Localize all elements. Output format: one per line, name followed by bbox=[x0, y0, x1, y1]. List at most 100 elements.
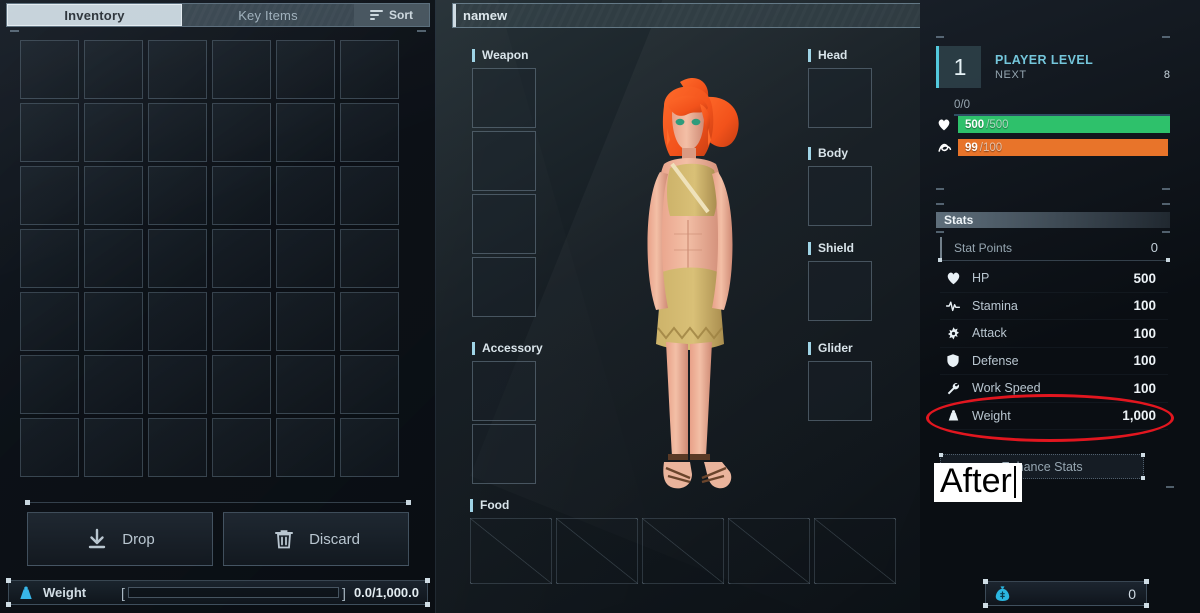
inventory-slot[interactable] bbox=[340, 355, 399, 414]
stat-points-underline bbox=[938, 258, 1170, 262]
food-slot[interactable] bbox=[556, 518, 638, 584]
inventory-slot[interactable] bbox=[20, 418, 79, 477]
weight-icon bbox=[20, 586, 32, 599]
inventory-slot[interactable] bbox=[84, 355, 143, 414]
inventory-slot[interactable] bbox=[148, 40, 207, 99]
food-slot[interactable] bbox=[814, 518, 896, 584]
inventory-slot[interactable] bbox=[212, 103, 271, 162]
inventory-slot[interactable] bbox=[340, 229, 399, 288]
stat-row[interactable]: Work Speed 100 bbox=[940, 375, 1168, 403]
inventory-slot[interactable] bbox=[276, 355, 335, 414]
inventory-divider bbox=[25, 500, 411, 505]
equipment-label-glider-text: Glider bbox=[818, 341, 853, 355]
inventory-slot[interactable] bbox=[212, 292, 271, 351]
inventory-slot[interactable] bbox=[84, 229, 143, 288]
inventory-slot[interactable] bbox=[276, 292, 335, 351]
equipment-group-weapon: Weapon bbox=[472, 48, 536, 320]
discard-label: Discard bbox=[309, 530, 360, 548]
inventory-slot[interactable] bbox=[84, 418, 143, 477]
tick-mark bbox=[936, 36, 944, 38]
equipment-slot-weapon-4[interactable] bbox=[472, 257, 536, 317]
inventory-weight-bar[interactable]: Weight [ ] 0.0/1,000.0 bbox=[6, 578, 430, 607]
inventory-panel: Inventory Key Items Sort Drop Discard We… bbox=[0, 0, 436, 613]
tick-mark bbox=[936, 231, 944, 233]
sort-lines-icon bbox=[370, 10, 383, 20]
stats-header-label: Stats bbox=[944, 213, 974, 227]
inventory-slot[interactable] bbox=[20, 103, 79, 162]
equipment-slot-accessory-1[interactable] bbox=[472, 361, 536, 421]
shield-icon bbox=[944, 353, 962, 368]
inventory-slot[interactable] bbox=[340, 40, 399, 99]
inventory-slot[interactable] bbox=[340, 103, 399, 162]
inventory-slot[interactable] bbox=[148, 418, 207, 477]
inventory-slot[interactable] bbox=[148, 292, 207, 351]
level-next-value: 8 bbox=[1163, 69, 1170, 81]
inventory-slot[interactable] bbox=[20, 355, 79, 414]
stat-row[interactable]: Weight 1,000 bbox=[940, 403, 1168, 430]
equipment-slot-body[interactable] bbox=[808, 166, 872, 226]
inventory-slot[interactable] bbox=[212, 355, 271, 414]
discard-button[interactable]: Discard bbox=[223, 512, 409, 566]
stat-row[interactable]: HP 500 bbox=[940, 265, 1168, 293]
equipment-slot-head[interactable] bbox=[808, 68, 872, 128]
tab-inventory[interactable]: Inventory bbox=[7, 4, 182, 26]
tab-key-items-label: Key Items bbox=[238, 7, 298, 23]
inventory-slot[interactable] bbox=[20, 229, 79, 288]
equipment-slot-shield[interactable] bbox=[808, 261, 872, 321]
sort-button[interactable]: Sort bbox=[354, 4, 429, 26]
tab-key-items[interactable]: Key Items bbox=[182, 4, 354, 26]
equipment-slot-weapon-2[interactable] bbox=[472, 131, 536, 191]
inventory-slot[interactable] bbox=[212, 418, 271, 477]
stat-points-row[interactable]: Stat Points 0 bbox=[940, 237, 1168, 258]
inventory-slot[interactable] bbox=[84, 292, 143, 351]
money-bar: 0 bbox=[983, 579, 1149, 608]
pulse-icon bbox=[944, 299, 962, 313]
equipment-slot-weapon-3[interactable] bbox=[472, 194, 536, 254]
inventory-slot[interactable] bbox=[340, 292, 399, 351]
inventory-slot[interactable] bbox=[276, 166, 335, 225]
stamina-bar-track: 99/100 bbox=[958, 139, 1170, 156]
character-name-field[interactable]: namew bbox=[452, 3, 920, 28]
drop-button[interactable]: Drop bbox=[27, 512, 213, 566]
inventory-slot[interactable] bbox=[20, 40, 79, 99]
equipment-slot-weapon-1[interactable] bbox=[472, 68, 536, 128]
food-slot[interactable] bbox=[470, 518, 552, 584]
inventory-slot[interactable] bbox=[84, 40, 143, 99]
stat-row[interactable]: Attack 100 bbox=[940, 320, 1168, 348]
inventory-slot[interactable] bbox=[340, 418, 399, 477]
tick-mark bbox=[1162, 188, 1170, 190]
inventory-slot[interactable] bbox=[212, 229, 271, 288]
inventory-slot[interactable] bbox=[20, 166, 79, 225]
tick-mark bbox=[1166, 486, 1174, 488]
inventory-slot[interactable] bbox=[212, 166, 271, 225]
inventory-slot[interactable] bbox=[340, 166, 399, 225]
inventory-slot[interactable] bbox=[276, 40, 335, 99]
character-name-value: namew bbox=[463, 8, 508, 23]
stat-row[interactable]: Stamina 100 bbox=[940, 293, 1168, 320]
equipment-slot-accessory-2[interactable] bbox=[472, 424, 536, 484]
stat-row[interactable]: Defense 100 bbox=[940, 348, 1168, 375]
inventory-slot[interactable] bbox=[212, 40, 271, 99]
inventory-slot[interactable] bbox=[276, 418, 335, 477]
stat-value: 1,000 bbox=[1122, 408, 1156, 424]
equipment-group-food: Food bbox=[470, 498, 900, 584]
inventory-slot[interactable] bbox=[148, 355, 207, 414]
inventory-slot[interactable] bbox=[148, 103, 207, 162]
experience-block: 0/0 bbox=[954, 99, 1170, 116]
food-slot[interactable] bbox=[728, 518, 810, 584]
inventory-slot[interactable] bbox=[84, 103, 143, 162]
inventory-slot[interactable] bbox=[148, 166, 207, 225]
inventory-slot[interactable] bbox=[148, 229, 207, 288]
tick-mark bbox=[936, 188, 944, 190]
inventory-slot[interactable] bbox=[84, 166, 143, 225]
stat-name: Weight bbox=[972, 408, 1011, 423]
inventory-slot[interactable] bbox=[20, 292, 79, 351]
equipment-group-glider: Glider bbox=[808, 341, 872, 424]
inventory-slot[interactable] bbox=[276, 103, 335, 162]
food-slot[interactable] bbox=[642, 518, 724, 584]
equipment-label-food-text: Food bbox=[480, 498, 510, 512]
stamina-max: 100 bbox=[983, 141, 1003, 154]
equipment-label-head-text: Head bbox=[818, 48, 848, 62]
equipment-slot-glider[interactable] bbox=[808, 361, 872, 421]
inventory-slot[interactable] bbox=[276, 229, 335, 288]
